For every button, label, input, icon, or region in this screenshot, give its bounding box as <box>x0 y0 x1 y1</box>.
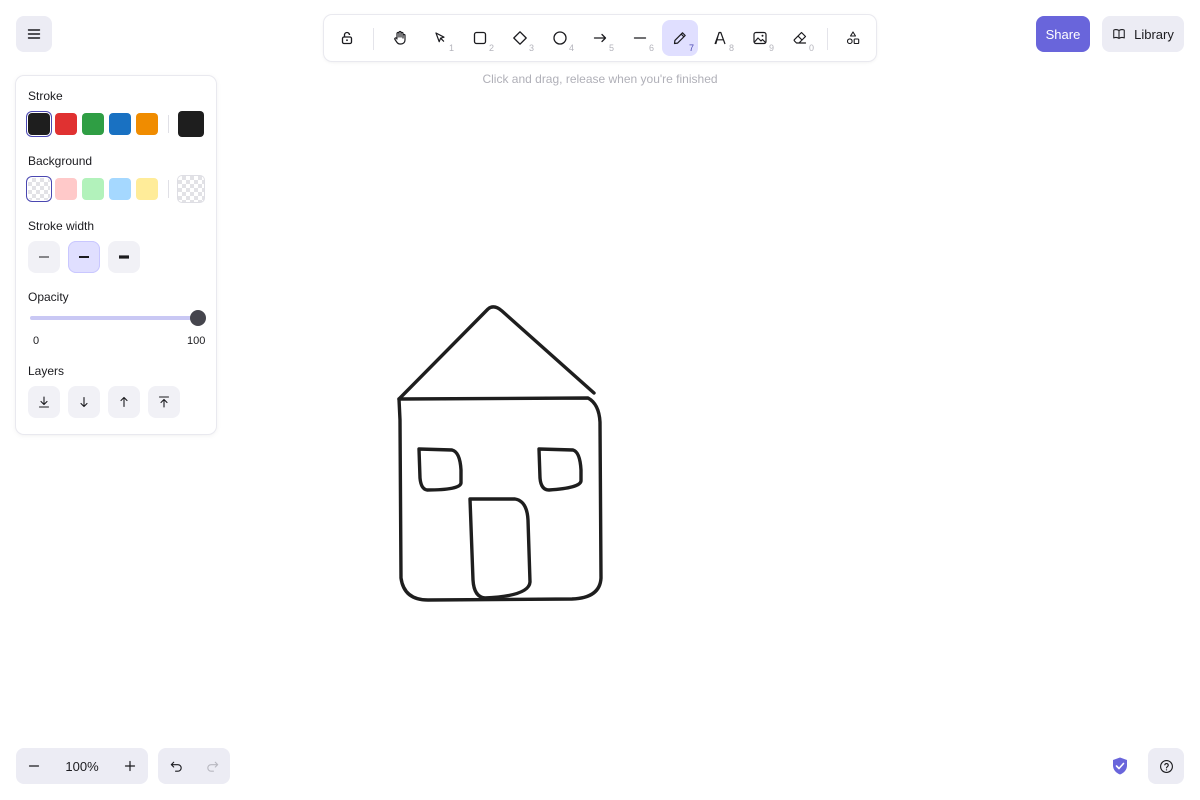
shield-check-icon-svg <box>1113 757 1127 775</box>
minus-icon <box>28 765 40 767</box>
zoom-controls: 100% <box>16 748 148 784</box>
undo-button[interactable] <box>158 748 194 784</box>
history-controls <box>158 748 230 784</box>
zoom-out-button[interactable] <box>16 748 52 784</box>
help-button[interactable] <box>1148 748 1184 784</box>
zoom-level[interactable]: 100% <box>52 748 112 784</box>
roof-stroke <box>397 305 596 401</box>
zoom-in-button[interactable] <box>112 748 148 784</box>
right-window-stroke <box>537 447 583 492</box>
canvas-drawing <box>397 305 603 602</box>
plus-icon <box>124 760 136 772</box>
undo-icon <box>170 761 182 772</box>
redo-icon <box>206 761 218 772</box>
redo-button[interactable] <box>194 748 230 784</box>
help-icon <box>1159 759 1173 773</box>
left-window-stroke <box>417 447 463 492</box>
shield-check-icon[interactable] <box>1108 754 1132 778</box>
door-stroke <box>468 497 532 600</box>
